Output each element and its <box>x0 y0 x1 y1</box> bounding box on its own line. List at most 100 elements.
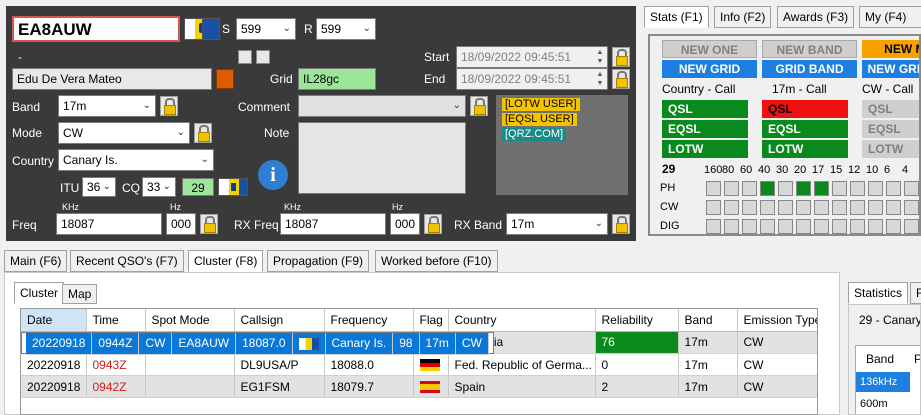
lock-icon[interactable] <box>612 214 630 234</box>
tab-propagation[interactable]: Propagation (F9) <box>267 250 370 272</box>
lock-icon[interactable] <box>160 96 178 116</box>
band-column-label: 10 <box>866 164 879 176</box>
tab-info[interactable]: Info (F2) <box>714 6 772 28</box>
rxfreq-khz-label: KHz <box>284 202 302 212</box>
note-label: Note <box>264 126 290 140</box>
side-band-header: Band <box>866 352 895 366</box>
note-textarea[interactable] <box>298 122 466 194</box>
lock-icon[interactable] <box>470 96 488 116</box>
country-flag-icon <box>413 353 449 376</box>
column-header[interactable]: Frequency <box>324 309 414 332</box>
cell-emission: CW <box>737 375 817 398</box>
subtab-cluster[interactable]: Cluster <box>14 282 65 304</box>
cq-select[interactable]: 33 ⌄ <box>142 177 176 197</box>
lotw-user-badge[interactable]: [LOTW USER] <box>502 98 580 111</box>
chevron-down-icon: ⌄ <box>452 100 461 111</box>
tab-worked-before[interactable]: Worked before (F10) <box>375 250 498 272</box>
chevron-down-icon: ⌄ <box>362 23 371 34</box>
freq-khz-input[interactable]: 18087 <box>56 213 162 235</box>
mode-select[interactable]: CW ⌄ <box>58 122 190 144</box>
freq-hz-input[interactable]: 000 <box>166 213 196 235</box>
small-square-button[interactable] <box>238 50 252 64</box>
band-column-label: 17 <box>812 164 825 176</box>
rxfreq-khz-input[interactable]: 18087 <box>280 213 386 235</box>
sent-rst-label: S <box>222 22 231 36</box>
tab-main[interactable]: Main (F6) <box>4 250 68 272</box>
eqsl-user-badge[interactable]: [EQSL USER] <box>502 113 577 126</box>
column-header[interactable]: Callsign <box>234 309 325 332</box>
mode-value: CW <box>63 126 83 140</box>
eqsl-status: EQSL <box>762 120 848 138</box>
band-column-label: 6 <box>884 164 891 176</box>
tab-statistics[interactable]: Statistics <box>848 282 909 304</box>
band-column-label: 30 <box>776 164 789 176</box>
tab-cluster[interactable]: Cluster (F8) <box>188 250 264 272</box>
band-select[interactable]: 17m ⌄ <box>58 95 156 117</box>
band-mode-cell <box>724 219 739 234</box>
column-header[interactable]: Spot Mode <box>145 309 235 332</box>
lock-icon[interactable] <box>612 47 630 67</box>
cell-country: Canary Is. <box>325 332 394 355</box>
band-mode-cell <box>742 181 757 196</box>
sent-rst-select[interactable]: 599 ⌄ <box>236 18 296 40</box>
tab-stats[interactable]: Stats (F1) <box>644 6 709 28</box>
column-header[interactable]: Time <box>86 309 146 332</box>
small-square-button[interactable] <box>256 50 270 64</box>
table-row[interactable]: 20220918 0944Z CW EA8AUW 18087.0 Canary Is. 98… <box>21 331 494 355</box>
spin-icon[interactable]: ▲ ▼ <box>595 70 605 88</box>
country-select[interactable]: Canary Is. ⌄ <box>58 149 214 171</box>
band-mode-cell <box>706 219 721 234</box>
side-title: 29 - Canary <box>859 313 921 327</box>
column-header[interactable]: Flag <box>413 309 449 332</box>
subtab-map[interactable]: Map <box>62 284 98 304</box>
name-input[interactable]: Edu De Vera Mateo <box>12 68 212 90</box>
comment-label: Comment <box>238 100 291 114</box>
band-mode-cell <box>904 200 919 215</box>
column-header[interactable]: Reliability <box>595 309 679 332</box>
table-row[interactable]: 20220918 0942Z EG1FSM 18079.7 Spain 2 17m CW <box>21 375 817 398</box>
lock-icon[interactable] <box>424 214 442 234</box>
chevron-down-icon: ⌄ <box>176 127 185 138</box>
rxfreq-hz-input[interactable]: 000 <box>390 213 420 235</box>
band-mode-cell <box>868 181 883 196</box>
tab-awards[interactable]: Awards (F3) <box>777 6 855 28</box>
end-datetime-input[interactable]: 18/09/2022 09:45:51 ▲ ▼ <box>456 68 608 90</box>
lookup-info-panel: [LOTW USER] [EQSL USER] [QRZ.COM] <box>496 95 628 195</box>
mode-call-title: CW - Call <box>862 82 914 96</box>
band-mode-cell <box>886 181 901 196</box>
column-header[interactable]: Band <box>678 309 738 332</box>
column-header[interactable]: Date <box>21 309 87 332</box>
rcvd-rst-select[interactable]: 599 ⌄ <box>316 18 376 40</box>
side-row[interactable]: 600m <box>856 394 910 414</box>
callsign-input[interactable]: EA8AUW <box>12 16 180 42</box>
cell-spot-mode: CW <box>138 332 173 355</box>
lock-icon[interactable] <box>200 214 218 234</box>
itu-select[interactable]: 36 ⌄ <box>82 177 116 197</box>
end-label: End <box>424 72 446 86</box>
grid-band-badge: GRID BAND <box>762 60 857 78</box>
lock-icon[interactable] <box>612 69 630 89</box>
cell-date: 20220918 <box>26 332 93 355</box>
start-datetime-input[interactable]: 18/09/2022 09:45:51 ▲ ▼ <box>456 46 608 68</box>
side-row[interactable]: 136kHz <box>856 372 910 392</box>
lock-icon[interactable] <box>194 123 212 143</box>
cell-frequency: 18087.0 <box>235 332 293 355</box>
qso-entry-panel: EA8AUW S 599 ⌄ R 599 ⌄ - Start 18/09/2022 … <box>6 6 636 241</box>
country-call-title: Country - Call <box>662 82 736 96</box>
tab-side-f[interactable]: F <box>910 282 921 304</box>
tab-recent-qsos[interactable]: Recent QSO's (F7) <box>70 250 184 272</box>
spin-icon[interactable]: ▲ ▼ <box>595 48 605 66</box>
tab-my[interactable]: My (F4) <box>859 6 921 28</box>
column-header[interactable]: Country <box>448 309 596 332</box>
column-header[interactable]: Emission Type <box>737 309 817 332</box>
band-mode-cell <box>760 200 775 215</box>
info-icon[interactable]: i <box>258 160 288 190</box>
table-row[interactable]: 20220918 0943Z DL9USA/P 18088.0 Fed. Republi… <box>21 353 817 376</box>
comment-select[interactable]: ⌄ <box>298 95 466 117</box>
rxband-select[interactable]: 17m ⌄ <box>506 213 608 235</box>
qrz-lookup-icon[interactable] <box>216 69 234 89</box>
grid-input[interactable]: IL28gc <box>298 68 376 90</box>
band-mode-cell <box>868 219 883 234</box>
qrz-badge[interactable]: [QRZ.COM] <box>502 128 567 141</box>
band-mode-cell <box>778 181 793 196</box>
